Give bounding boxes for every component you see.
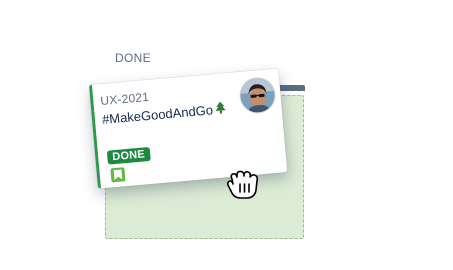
issue-key: UX-2021 — [99, 89, 150, 109]
column-header-done: DONE — [115, 51, 151, 65]
avatar[interactable] — [239, 76, 276, 114]
board-column-area: DONE UX-2021 #MakeGoodAndGo DONE — [0, 0, 453, 270]
grabbing-hand-icon — [226, 170, 262, 200]
status-badge: DONE — [106, 146, 151, 165]
story-icon — [110, 167, 126, 183]
evergreen-tree-icon — [215, 101, 227, 117]
